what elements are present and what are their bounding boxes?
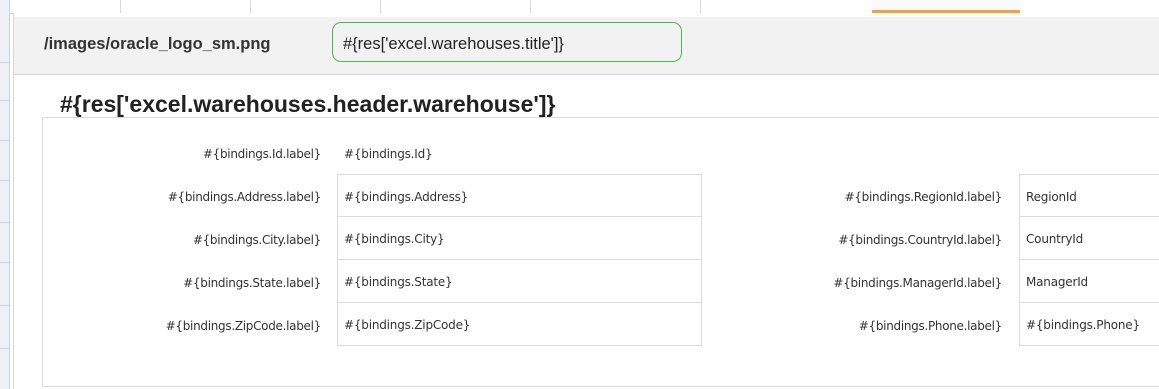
row-divider: [0, 180, 9, 181]
id-value: #{bindings.Id}: [344, 147, 433, 161]
column-divider: [250, 0, 251, 13]
managerid-field[interactable]: ManagerId: [1019, 260, 1159, 303]
phone-field[interactable]: #{bindings.Phone}: [1019, 303, 1159, 346]
column-divider: [380, 0, 381, 13]
column-divider: [700, 0, 701, 13]
row-divider: [0, 348, 9, 349]
column-divider: [530, 0, 531, 13]
row-divider: [0, 222, 9, 223]
row-divider: [0, 262, 9, 263]
section-header: #{res['excel.warehouses.header.warehouse…: [60, 91, 556, 117]
countryid-field[interactable]: CountryId: [1019, 217, 1159, 260]
zipcode-field[interactable]: #{bindings.ZipCode}: [337, 303, 702, 346]
city-label: #{bindings.City.label}: [192, 233, 321, 247]
page-title[interactable]: #{res['excel.warehouses.title']}: [332, 22, 682, 62]
state-label: #{bindings.State.label}: [183, 276, 321, 290]
address-label: #{bindings.Address.label}: [167, 190, 322, 204]
row-divider: [0, 62, 9, 63]
address-field[interactable]: #{bindings.Address}: [337, 174, 702, 217]
countryid-label: #{bindings.CountryId.label}: [838, 233, 1002, 247]
form-frame: /images/oracle_logo_sm.png #{res['excel.…: [13, 13, 1159, 389]
regionid-label: #{bindings.RegionId.label}: [844, 190, 1003, 204]
row-divider: [0, 305, 9, 306]
title-bar: /images/oracle_logo_sm.png #{res['excel.…: [14, 17, 1159, 75]
id-label: #{bindings.Id.label}: [202, 147, 321, 161]
phone-label: #{bindings.Phone.label}: [858, 319, 1003, 333]
regionid-field[interactable]: RegionId: [1019, 174, 1159, 217]
state-field[interactable]: #{bindings.State}: [337, 260, 702, 303]
managerid-label: #{bindings.ManagerId.label}: [833, 276, 1002, 290]
row-divider: [0, 140, 9, 141]
zipcode-label: #{bindings.ZipCode.label}: [165, 319, 322, 333]
logo-image-placeholder: /images/oracle_logo_sm.png: [44, 35, 271, 53]
spreadsheet-row-header-strip: [0, 0, 10, 389]
city-field[interactable]: #{bindings.City}: [337, 217, 702, 260]
active-column-header[interactable]: [872, 0, 1020, 13]
column-divider: [120, 0, 121, 13]
row-divider: [0, 100, 9, 101]
spreadsheet-column-header-strip: [0, 0, 1159, 14]
